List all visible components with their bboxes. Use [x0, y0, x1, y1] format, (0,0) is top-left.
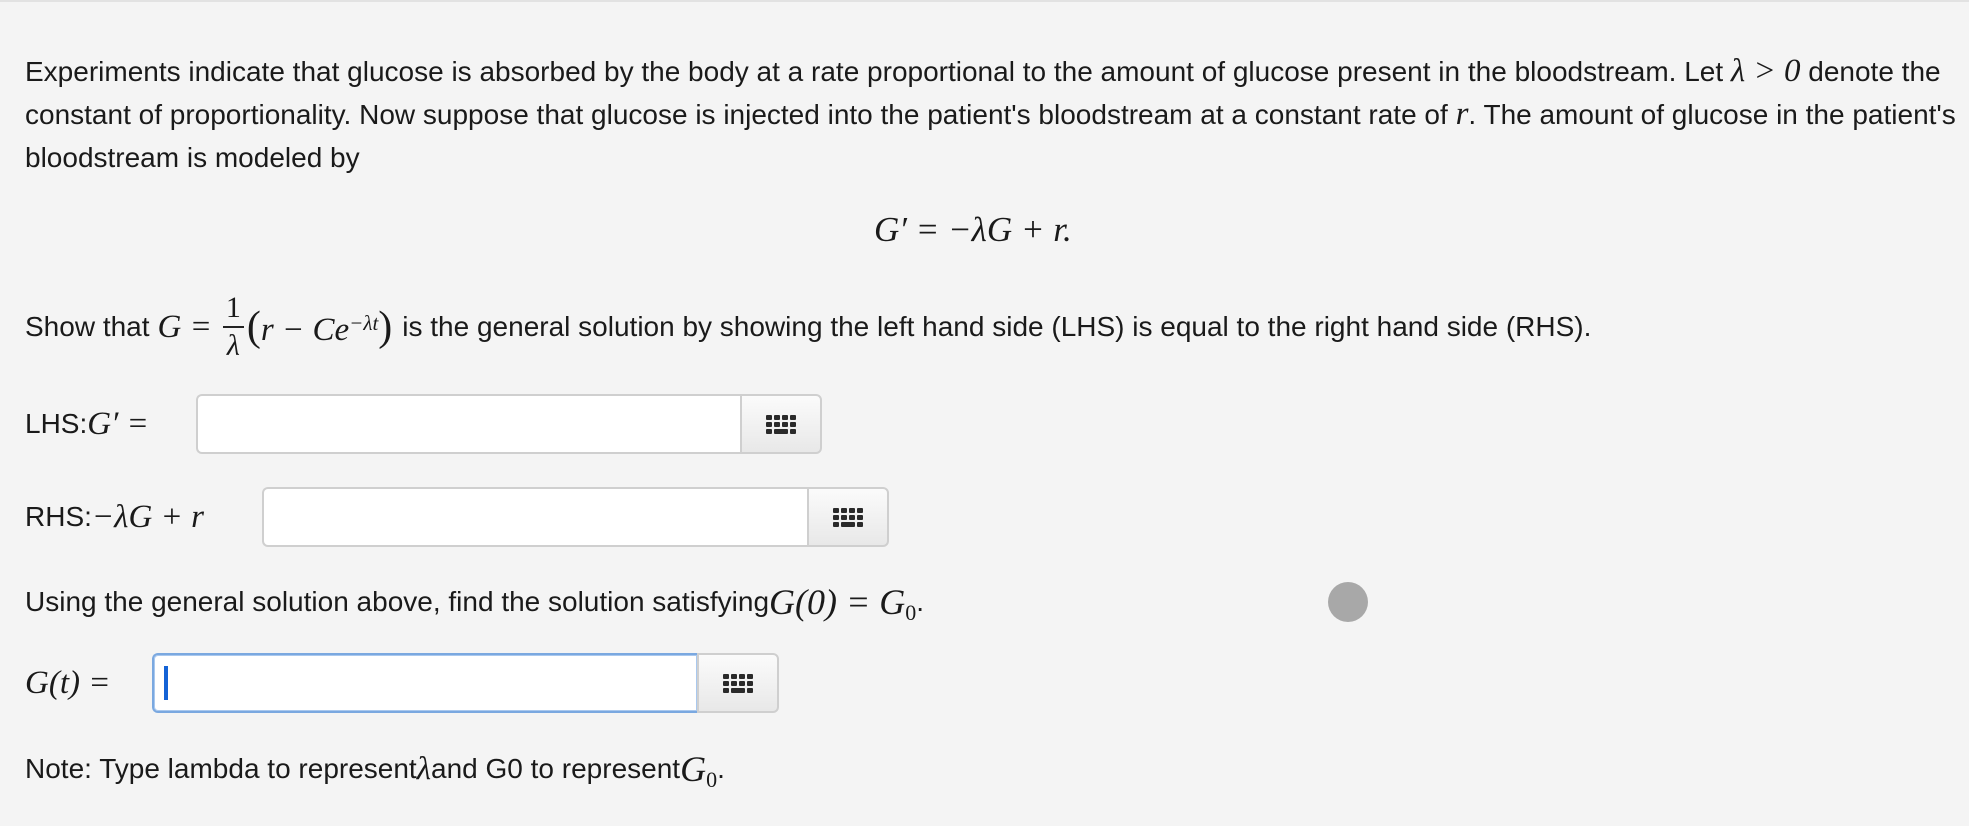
- open-paren: (: [246, 304, 261, 350]
- note-lambda-symbol: λ: [416, 750, 432, 787]
- initial-condition-math: G(0) = G0: [769, 581, 917, 625]
- initial-condition-subscript: 0: [905, 600, 917, 625]
- note-prefix: Note: Type lambda to represent: [25, 753, 417, 784]
- note-g0-symbol: G0: [680, 748, 718, 792]
- fraction-denominator: λ: [222, 326, 244, 364]
- text-caret: [164, 666, 168, 700]
- lhs-math-keyboard-button[interactable]: [740, 394, 822, 454]
- close-paren: ): [378, 304, 393, 350]
- solution-exponent: −λt: [349, 311, 379, 335]
- question-page: Experiments indicate that glucose is abs…: [0, 0, 1969, 826]
- lhs-row: LHS: G′ =: [25, 394, 149, 454]
- initial-condition-prompt: Using the general solution above, find t…: [25, 577, 924, 627]
- show-lhs-math: G =: [157, 308, 212, 345]
- fraction-numerator: 1: [225, 291, 241, 324]
- input-note: Note: Type lambda to represent λ and G0 …: [25, 744, 725, 794]
- solution-inner: r − Ce: [260, 312, 350, 348]
- initial-condition-expression: G(0) = G: [769, 582, 906, 622]
- model-equation: G′ = −λG + r.: [874, 210, 1072, 249]
- show-statement: Show that G = 1 λ (r − Ce−λt) is the gen…: [25, 282, 1591, 372]
- note-g-letter: G: [680, 749, 707, 789]
- initial-condition-period: .: [916, 586, 925, 617]
- keyboard-grid-icon: [723, 673, 753, 693]
- show-prefix: Show that: [25, 311, 150, 342]
- show-suffix: is the general solution by showing the l…: [402, 311, 1592, 342]
- note-period: .: [717, 753, 725, 784]
- initial-condition-text: Using the general solution above, find t…: [25, 586, 770, 617]
- general-solution-expression: (r − Ce−λt): [247, 303, 392, 351]
- intro-math-r: r: [1455, 96, 1469, 132]
- rhs-input[interactable]: [262, 487, 807, 547]
- rhs-label-math: −λG + r: [91, 498, 204, 535]
- cursor-dot-icon: [1328, 582, 1368, 622]
- lhs-answer-box: [196, 394, 822, 454]
- solution-row: G(t) =: [25, 653, 111, 713]
- lhs-label-math: G′ =: [87, 405, 149, 442]
- rhs-math-keyboard-button[interactable]: [807, 487, 889, 547]
- solution-label-math: G(t) =: [25, 664, 111, 701]
- solution-math-keyboard-button[interactable]: [697, 653, 779, 713]
- rhs-answer-box: [262, 487, 889, 547]
- rhs-row: RHS: −λG + r: [25, 487, 204, 547]
- problem-intro: Experiments indicate that glucose is abs…: [25, 50, 1965, 179]
- lhs-label-text: LHS:: [25, 408, 88, 439]
- intro-text-1: Experiments indicate that glucose is abs…: [25, 56, 1731, 87]
- lhs-input[interactable]: [196, 394, 740, 454]
- note-middle: and G0 to represent: [431, 753, 681, 784]
- note-g-subscript: 0: [706, 767, 718, 792]
- one-over-lambda-fraction: 1 λ: [222, 290, 245, 364]
- rhs-label-text: RHS:: [25, 501, 92, 532]
- intro-math-lambda: λ > 0: [1730, 53, 1801, 89]
- keyboard-grid-icon: [833, 507, 863, 527]
- solution-answer-box: [152, 653, 779, 713]
- solution-input[interactable]: [152, 653, 697, 713]
- keyboard-grid-icon: [766, 414, 796, 434]
